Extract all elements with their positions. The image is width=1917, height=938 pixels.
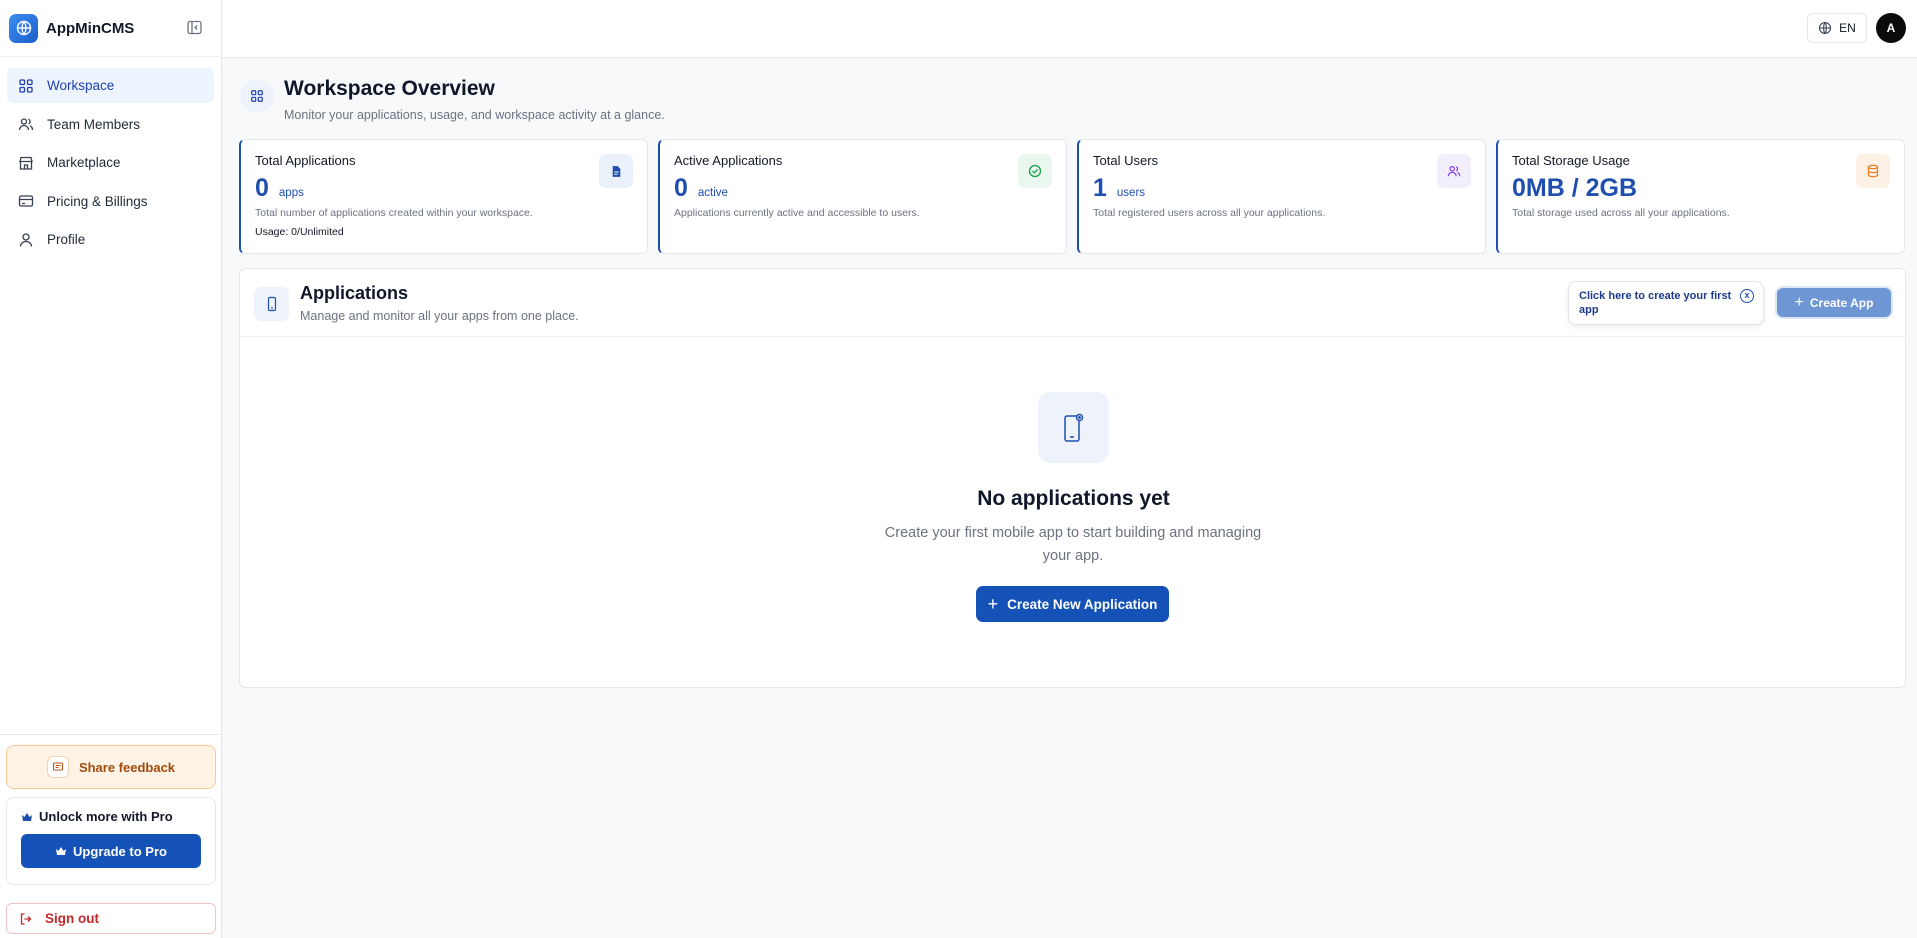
tooltip-text: Click here to create your first app bbox=[1579, 290, 1732, 316]
applications-subtitle: Manage and monitor all your apps from on… bbox=[300, 309, 579, 323]
share-feedback-label: Share feedback bbox=[78, 759, 176, 775]
stat-card-total-applications: Total Applications 0 apps Total number o… bbox=[239, 139, 648, 254]
stat-value: 0 bbox=[674, 174, 688, 202]
users-icon bbox=[18, 118, 34, 131]
sign-out-button[interactable]: Sign out bbox=[6, 903, 216, 934]
logout-icon bbox=[20, 912, 32, 925]
pro-title-text: Unlock more with Pro bbox=[39, 809, 173, 824]
empty-state-title: No applications yet bbox=[977, 487, 1170, 510]
globe-icon bbox=[1819, 21, 1832, 35]
sidebar-item-label: Workspace bbox=[47, 78, 115, 93]
create-new-application-label: Create New Application bbox=[1007, 596, 1158, 612]
sidebar-nav: Workspace Team Members Marketplace Prici… bbox=[0, 57, 221, 272]
smartphone-add-icon bbox=[1038, 392, 1109, 463]
stat-description: Applications currently active and access… bbox=[674, 207, 920, 219]
stat-description: Total storage used across all your appli… bbox=[1512, 207, 1730, 219]
sign-out-label: Sign out bbox=[45, 911, 99, 926]
stat-card-active-applications: Active Applications 0 active Application… bbox=[658, 139, 1067, 254]
plus-icon: + bbox=[987, 593, 999, 614]
smartphone-icon bbox=[254, 287, 289, 321]
stat-title: Total Applications bbox=[255, 153, 356, 168]
stat-unit: apps bbox=[278, 187, 304, 199]
stat-value: 0MB / 2GB bbox=[1512, 174, 1638, 202]
stat-usage: Usage: 0/Unlimited bbox=[255, 226, 344, 238]
sidebar-item-profile[interactable]: Profile bbox=[7, 222, 214, 257]
avatar[interactable]: A bbox=[1876, 13, 1906, 43]
stat-card-total-users: Total Users 1 users Total registered use… bbox=[1077, 139, 1486, 254]
sidebar-item-label: Profile bbox=[47, 232, 86, 247]
brand-name: AppMinCMS bbox=[46, 19, 135, 37]
database-icon bbox=[1856, 154, 1890, 188]
language-label: EN bbox=[1839, 21, 1856, 35]
store-icon bbox=[19, 156, 33, 170]
sidebar-item-label: Pricing & Billings bbox=[47, 193, 148, 209]
sidebar-item-workspace[interactable]: Workspace bbox=[7, 68, 214, 103]
create-app-button[interactable]: + Create App bbox=[1777, 288, 1891, 317]
stat-value: 0 bbox=[255, 174, 269, 202]
stat-title: Total Users bbox=[1093, 153, 1159, 168]
plus-icon: + bbox=[1794, 293, 1804, 311]
stat-title: Total Storage Usage bbox=[1512, 153, 1630, 168]
create-app-label: Create App bbox=[1809, 295, 1874, 310]
language-selector[interactable]: EN bbox=[1807, 13, 1867, 43]
upgrade-to-pro-button[interactable]: Upgrade to Pro bbox=[21, 834, 201, 868]
document-icon bbox=[599, 154, 633, 188]
pro-upsell-card: Unlock more with Pro Upgrade to Pro bbox=[6, 797, 216, 885]
applications-title: Applications bbox=[300, 283, 409, 303]
check-circle-icon bbox=[1018, 154, 1052, 188]
brand-logo bbox=[9, 13, 38, 43]
sidebar-footer: Share feedback Unlock more with Pro Upgr… bbox=[0, 734, 222, 938]
sidebar-item-label: Marketplace bbox=[47, 155, 121, 170]
user-icon bbox=[19, 232, 33, 247]
grid-icon bbox=[240, 79, 274, 113]
create-app-tooltip: Click here to create your first app x bbox=[1568, 281, 1764, 325]
collapse-sidebar-icon[interactable] bbox=[186, 19, 203, 36]
crown-icon bbox=[22, 812, 32, 821]
applications-header: Applications Manage and monitor all your… bbox=[240, 269, 1905, 337]
stat-title: Active Applications bbox=[674, 153, 783, 168]
create-new-application-button[interactable]: + Create New Application bbox=[976, 586, 1169, 622]
close-icon[interactable]: x bbox=[1740, 289, 1754, 303]
stat-card-total-storage: Total Storage Usage 0MB / 2GB Total stor… bbox=[1496, 139, 1905, 254]
message-icon bbox=[46, 756, 69, 778]
sidebar-item-marketplace[interactable]: Marketplace bbox=[7, 145, 214, 180]
users-icon bbox=[1437, 154, 1471, 188]
sidebar: AppMinCMS Workspace Team Members Marketp… bbox=[0, 0, 222, 938]
upgrade-to-pro-label: Upgrade to Pro bbox=[73, 843, 167, 859]
stat-description: Total number of applications created wit… bbox=[255, 207, 533, 219]
credit-card-icon bbox=[18, 195, 34, 207]
sidebar-item-label: Team Members bbox=[47, 116, 141, 132]
stat-value: 1 bbox=[1093, 174, 1107, 202]
topbar: EN A bbox=[222, 0, 1917, 58]
crown-icon bbox=[56, 847, 67, 855]
pro-title: Unlock more with Pro bbox=[21, 809, 201, 824]
page-title: Workspace Overview bbox=[284, 77, 495, 100]
applications-panel: Applications Manage and monitor all your… bbox=[239, 268, 1906, 688]
empty-state-description: Create your first mobile app to start bu… bbox=[884, 525, 1262, 564]
sidebar-item-team-members[interactable]: Team Members bbox=[7, 107, 214, 142]
stat-description: Total registered users across all your a… bbox=[1093, 207, 1326, 219]
stat-unit: active bbox=[697, 187, 728, 199]
page-subtitle: Monitor your applications, usage, and wo… bbox=[284, 108, 665, 122]
grid-icon bbox=[19, 78, 33, 93]
stat-unit: users bbox=[1116, 187, 1146, 199]
share-feedback-button[interactable]: Share feedback bbox=[6, 745, 216, 789]
sidebar-item-pricing-billings[interactable]: Pricing & Billings bbox=[7, 184, 214, 219]
